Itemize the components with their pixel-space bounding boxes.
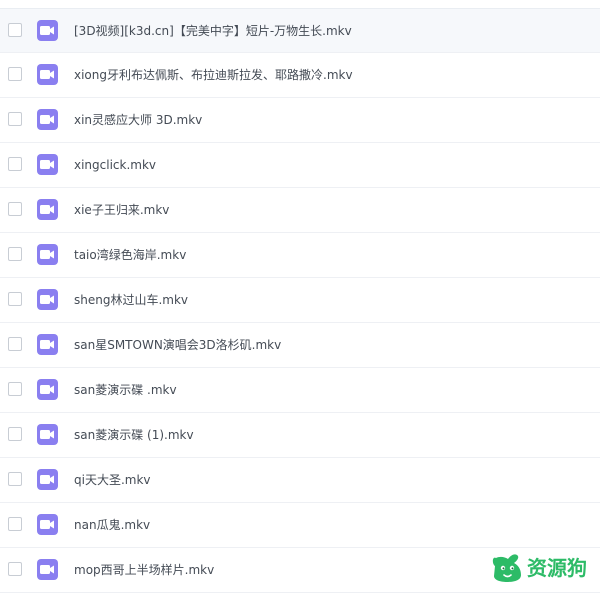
- select-checkbox[interactable]: [8, 292, 22, 306]
- select-checkbox[interactable]: [8, 112, 22, 126]
- file-name[interactable]: [3D视频][k3d.cn]【完美中字】短片-万物生长.mkv: [74, 23, 352, 39]
- select-checkbox[interactable]: [8, 202, 22, 216]
- file-row[interactable]: xiong牙利布达佩斯、布拉迪斯拉发、耶路撒冷.mkv: [0, 53, 600, 98]
- file-row[interactable]: taio湾绿色海岸.mkv: [0, 233, 600, 278]
- file-name[interactable]: xingclick.mkv: [74, 157, 156, 173]
- select-checkbox[interactable]: [8, 517, 22, 531]
- file-name[interactable]: sheng林过山车.mkv: [74, 292, 188, 308]
- file-row[interactable]: san菱演示碟 (1).mkv: [0, 413, 600, 458]
- video-file-icon: [37, 20, 58, 41]
- select-checkbox[interactable]: [8, 562, 22, 576]
- video-file-icon: [37, 559, 58, 580]
- video-file-icon: [37, 514, 58, 535]
- select-checkbox[interactable]: [8, 472, 22, 486]
- file-row[interactable]: sheng林过山车.mkv: [0, 278, 600, 323]
- video-file-icon: [37, 334, 58, 355]
- file-name[interactable]: san菱演示碟 .mkv: [74, 382, 177, 398]
- file-name[interactable]: xie子王归来.mkv: [74, 202, 169, 218]
- file-row[interactable]: xin灵感应大师 3D.mkv: [0, 98, 600, 143]
- file-name[interactable]: mop西哥上半场样片.mkv: [74, 562, 214, 578]
- file-row[interactable]: san菱演示碟 .mkv: [0, 368, 600, 413]
- select-checkbox[interactable]: [8, 337, 22, 351]
- video-file-icon: [37, 244, 58, 265]
- watermark-text: 资源狗: [527, 556, 587, 580]
- video-file-icon: [37, 289, 58, 310]
- file-name[interactable]: xin灵感应大师 3D.mkv: [74, 112, 202, 128]
- file-name[interactable]: san菱演示碟 (1).mkv: [74, 427, 194, 443]
- select-checkbox[interactable]: [8, 67, 22, 81]
- file-list: [3D视频][k3d.cn]【完美中字】短片-万物生长.mkv xiong牙利布…: [0, 8, 600, 593]
- select-checkbox[interactable]: [8, 382, 22, 396]
- video-file-icon: [37, 424, 58, 445]
- file-row[interactable]: xingclick.mkv: [0, 143, 600, 188]
- file-row[interactable]: xie子王归来.mkv: [0, 188, 600, 233]
- dog-logo-icon: [490, 552, 526, 583]
- file-name[interactable]: xiong牙利布达佩斯、布拉迪斯拉发、耶路撒冷.mkv: [74, 67, 353, 83]
- video-file-icon: [37, 469, 58, 490]
- file-name[interactable]: taio湾绿色海岸.mkv: [74, 247, 186, 263]
- watermark: 资源狗: [490, 552, 600, 583]
- file-name[interactable]: san星SMTOWN演唱会3D洛杉矶.mkv: [74, 337, 281, 353]
- file-row[interactable]: qi天大圣.mkv: [0, 458, 600, 503]
- select-checkbox[interactable]: [8, 427, 22, 441]
- video-file-icon: [37, 154, 58, 175]
- select-checkbox[interactable]: [8, 247, 22, 261]
- video-file-icon: [37, 379, 58, 400]
- file-name[interactable]: qi天大圣.mkv: [74, 472, 151, 488]
- file-row[interactable]: nan瓜鬼.mkv: [0, 503, 600, 548]
- file-row[interactable]: san星SMTOWN演唱会3D洛杉矶.mkv: [0, 323, 600, 368]
- video-file-icon: [37, 199, 58, 220]
- select-checkbox[interactable]: [8, 23, 22, 37]
- file-row[interactable]: [3D视频][k3d.cn]【完美中字】短片-万物生长.mkv: [0, 8, 600, 53]
- file-name[interactable]: nan瓜鬼.mkv: [74, 517, 150, 533]
- video-file-icon: [37, 64, 58, 85]
- select-checkbox[interactable]: [8, 157, 22, 171]
- video-file-icon: [37, 109, 58, 130]
